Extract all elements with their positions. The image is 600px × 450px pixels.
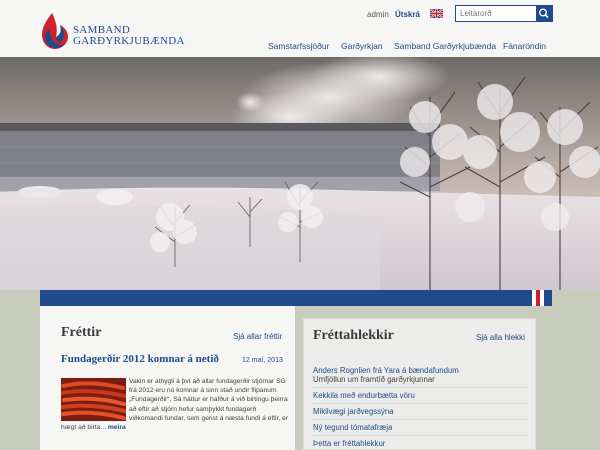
winter-greenhouse-photo bbox=[0, 57, 600, 290]
flame-logo-icon bbox=[42, 13, 68, 49]
logo-line-2: GARÐYRKJUBÆNDA bbox=[73, 35, 185, 47]
flag-stripe-icon bbox=[532, 290, 544, 306]
admin-link[interactable]: admin bbox=[367, 10, 389, 19]
all-news-link[interactable]: Sjá allar fréttir bbox=[233, 332, 282, 341]
logout-link[interactable]: Útskrá bbox=[395, 10, 420, 19]
nav-samband-gardyrkjubaenda[interactable]: Samband Garðyrkjubænda bbox=[394, 41, 496, 51]
nav-fanarondin[interactable]: Fánaröndin bbox=[503, 41, 546, 51]
news-heading: Fréttir bbox=[61, 325, 102, 340]
list-item[interactable]: Ný tegund tómatafræja bbox=[313, 420, 528, 436]
news-links-panel: Fréttahlekkir Sjá alla hlekki Anders Rog… bbox=[303, 318, 536, 450]
site-logo[interactable]: SAMBAND GARÐYRKJUBÆNDA bbox=[38, 11, 188, 51]
hero-image bbox=[0, 57, 600, 290]
blue-divider-band bbox=[40, 290, 552, 306]
search-box bbox=[455, 5, 553, 22]
uk-flag-icon[interactable] bbox=[430, 9, 443, 18]
link-subtitle: Umfjöllun um framtíð garðyrkjunnar bbox=[313, 375, 435, 384]
link-label[interactable]: Anders Rognlien frá Yara á bændafundum bbox=[313, 366, 459, 375]
list-item[interactable]: Þetta er fréttahlekkur bbox=[313, 436, 528, 450]
list-item[interactable]: Anders Rognlien frá Yara á bændafundum U… bbox=[313, 363, 528, 388]
nav-gardyrkjan[interactable]: Garðyrkjan bbox=[341, 41, 383, 51]
article-title[interactable]: Fundagerðir 2012 komnar á netið bbox=[61, 353, 219, 365]
news-links-heading: Fréttahlekkir bbox=[313, 328, 394, 343]
search-input[interactable] bbox=[456, 6, 536, 21]
list-item[interactable]: Kekkila með endurbætta vöru bbox=[313, 388, 528, 404]
search-button[interactable] bbox=[536, 6, 552, 21]
news-links-list: Anders Rognlien frá Yara á bændafundum U… bbox=[313, 363, 528, 450]
article-excerpt: Vakin er athygli á því að allar fundager… bbox=[61, 377, 291, 432]
read-more-link[interactable]: meira bbox=[108, 424, 126, 431]
all-links-link[interactable]: Sjá alla hlekki bbox=[476, 333, 525, 342]
article-date: 12 maí, 2013 bbox=[242, 357, 283, 364]
logo-text: SAMBAND GARÐYRKJUBÆNDA bbox=[73, 25, 185, 47]
search-icon bbox=[539, 8, 549, 19]
list-item[interactable]: Mikilvægi jarðvegssýna bbox=[313, 404, 528, 420]
news-panel: Fréttir Sjá allar fréttir Fundagerðir 20… bbox=[40, 306, 295, 450]
nav-samstarfssjodur[interactable]: Samstarfssjóður bbox=[268, 41, 329, 51]
site-header: SAMBAND GARÐYRKJUBÆNDA admin Útskrá Sams… bbox=[0, 0, 600, 57]
